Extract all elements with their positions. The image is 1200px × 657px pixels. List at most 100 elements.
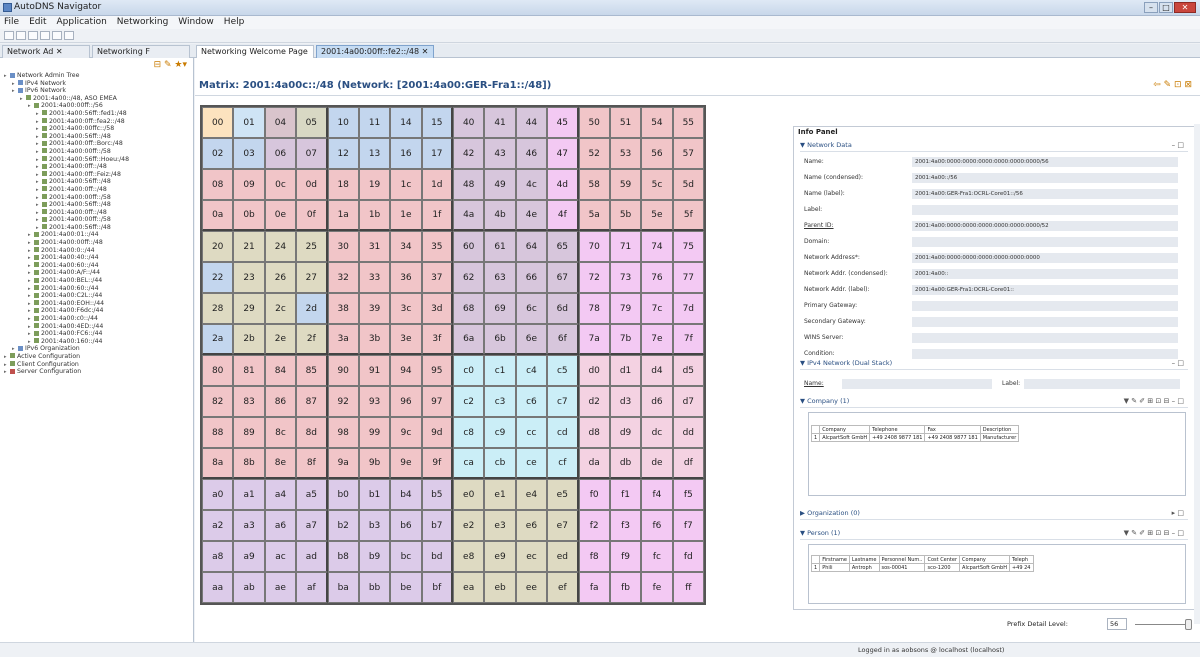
minimize-button[interactable]: – (1144, 2, 1158, 13)
subnet-cell[interactable]: a8 (202, 541, 234, 572)
subnet-cell[interactable]: be (390, 572, 422, 603)
subnet-cell[interactable]: 74 (641, 231, 673, 262)
subnet-cell[interactable]: d9 (609, 417, 642, 448)
subnet-cell[interactable]: d1 (609, 355, 642, 386)
subnet-cell[interactable]: 54 (641, 107, 673, 138)
column-header[interactable]: Personnel Num.. (878, 555, 926, 564)
subnet-cell[interactable]: c9 (484, 417, 516, 448)
subnet-cell[interactable]: a7 (296, 510, 328, 541)
tree-node[interactable]: ▸ 2001:4a00:A/F::/44 (0, 269, 193, 277)
subnet-cell[interactable]: 5f (672, 200, 704, 231)
tree-node[interactable]: ▸ 2001:4a00:56ff::/48 (0, 224, 193, 232)
subnet-cell[interactable]: ef (547, 572, 579, 603)
subnet-cell[interactable]: bc (390, 541, 422, 572)
subnet-cell[interactable]: 01 (233, 107, 265, 138)
subnet-cell[interactable]: de (641, 448, 673, 479)
subnet-cell[interactable]: 80 (202, 355, 234, 386)
tree-node[interactable]: ▸ 2001:4a00:00ff::/58 (0, 216, 193, 224)
forward-icon[interactable] (52, 31, 62, 40)
subnet-cell[interactable]: 71 (609, 231, 642, 262)
subnet-cell[interactable]: 15 (421, 107, 453, 138)
subnet-cell[interactable]: 77 (672, 262, 704, 293)
subnet-cell[interactable]: 8c (264, 417, 297, 448)
tree-node[interactable]: ▸ 2001:4a00:0ff::Feiz:/48 (0, 171, 193, 179)
subnet-cell[interactable]: 4a (453, 200, 485, 231)
tree-node[interactable]: ▸ 2001:4a00:56ff::/48 (0, 178, 193, 186)
subnet-cell[interactable]: e2 (453, 510, 485, 541)
subnet-cell[interactable]: 78 (578, 293, 610, 324)
subnet-cell[interactable]: 1b (358, 200, 391, 231)
subnet-cell[interactable]: 6b (484, 324, 516, 355)
subnet-cell[interactable]: b3 (358, 510, 391, 541)
tree-node[interactable]: ▸ Network Admin Tree (0, 72, 193, 80)
subnet-cell[interactable]: 62 (453, 262, 485, 293)
subnet-cell[interactable]: 9f (421, 448, 453, 479)
ipv4-name-label[interactable]: Name: (804, 380, 824, 387)
subnet-cell[interactable]: 1d (421, 169, 453, 200)
subnet-cell[interactable]: 55 (672, 107, 704, 138)
menu-window[interactable]: Window (178, 16, 214, 29)
subnet-cell[interactable]: 96 (390, 386, 422, 417)
subnet-cell[interactable]: cb (484, 448, 516, 479)
subnet-cell[interactable]: 17 (421, 138, 453, 169)
subnet-cell[interactable]: 30 (327, 231, 359, 262)
subnet-cell[interactable]: fb (609, 572, 642, 603)
subnet-cell[interactable]: c6 (515, 386, 548, 417)
subnet-cell[interactable]: 46 (515, 138, 548, 169)
tree-node[interactable]: ▸ 2001:4a00:C2L::/44 (0, 292, 193, 300)
subnet-cell[interactable]: 33 (358, 262, 391, 293)
subnet-cell[interactable]: 53 (609, 138, 642, 169)
subnet-cell[interactable]: e8 (453, 541, 485, 572)
column-header[interactable]: Fax (924, 425, 981, 434)
subnet-cell[interactable]: 34 (390, 231, 422, 262)
field-value[interactable] (912, 333, 1178, 343)
subnet-cell[interactable]: e0 (453, 479, 485, 510)
menu-networking[interactable]: Networking (117, 16, 169, 29)
subnet-cell[interactable]: 09 (233, 169, 265, 200)
subnet-cell[interactable]: 8e (264, 448, 297, 479)
subnet-cell[interactable]: 6c (515, 293, 548, 324)
subnet-cell[interactable]: da (578, 448, 610, 479)
subnet-cell[interactable]: 4c (515, 169, 548, 200)
subnet-cell[interactable]: 9d (421, 417, 453, 448)
subnet-cell[interactable]: 2b (233, 324, 265, 355)
subnet-cell[interactable]: ec (515, 541, 548, 572)
subnet-cell[interactable]: ce (515, 448, 548, 479)
subnet-cell[interactable]: 26 (264, 262, 297, 293)
field-value[interactable] (912, 301, 1178, 311)
tree-node[interactable]: ▸ 2001:4a00:0::/44 (0, 247, 193, 255)
subnet-cell[interactable]: e3 (484, 510, 516, 541)
tree-node[interactable]: ▸ Active Configuration (0, 353, 193, 361)
subnet-cell[interactable]: 40 (453, 107, 485, 138)
subnet-cell[interactable]: d8 (578, 417, 610, 448)
subnet-cell[interactable]: bf (421, 572, 453, 603)
subnet-cell[interactable]: ff (672, 572, 704, 603)
column-header[interactable]: Company (819, 425, 871, 434)
subnet-cell[interactable]: 1f (421, 200, 453, 231)
subnet-cell[interactable]: 41 (484, 107, 516, 138)
subnet-cell[interactable]: c3 (484, 386, 516, 417)
subnet-cell[interactable]: aa (202, 572, 234, 603)
subnet-cell[interactable]: f3 (609, 510, 642, 541)
save-icon[interactable] (16, 31, 26, 40)
tree-node[interactable]: ▸ 2001:4a00:EOH::/44 (0, 300, 193, 308)
subnet-cell[interactable]: 29 (233, 293, 265, 324)
matrix-view-icons[interactable]: ⇦ ✎ ⊡ ⊠ (1153, 80, 1192, 90)
subnet-cell[interactable]: 10 (327, 107, 359, 138)
print-icon[interactable] (28, 31, 38, 40)
subnet-cell[interactable]: 6a (453, 324, 485, 355)
tree-node[interactable]: ▸ 2001:4a00:56ff::fed1:/48 (0, 110, 193, 118)
subnet-cell[interactable]: 56 (641, 138, 673, 169)
prefix-detail-slider[interactable] (1135, 624, 1185, 625)
subnet-cell[interactable]: 2c (264, 293, 297, 324)
field-value[interactable] (912, 205, 1178, 215)
subnet-cell[interactable]: 5d (672, 169, 704, 200)
ipv4-label-field[interactable] (1024, 379, 1180, 389)
subnet-cell[interactable]: a9 (233, 541, 265, 572)
subnet-cell[interactable]: e9 (484, 541, 516, 572)
subnet-cell[interactable]: 3b (358, 324, 391, 355)
subnet-cell[interactable]: 82 (202, 386, 234, 417)
column-header[interactable]: Lastname (848, 555, 880, 564)
subnet-cell[interactable]: 0e (264, 200, 297, 231)
subnet-cell[interactable]: 98 (327, 417, 359, 448)
